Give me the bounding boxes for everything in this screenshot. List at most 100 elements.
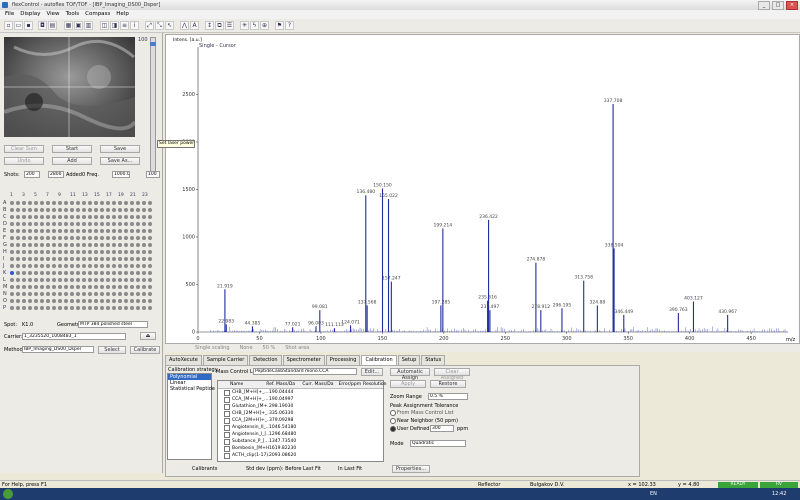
plate-spot[interactable] (94, 306, 98, 310)
plate-spot[interactable] (34, 229, 38, 233)
plate-spot[interactable] (142, 229, 146, 233)
plate-spot[interactable] (100, 285, 104, 289)
plate-spot[interactable] (88, 222, 92, 226)
plate-spot[interactable] (142, 250, 146, 254)
plate-spot[interactable] (28, 257, 32, 261)
save-button[interactable]: Save (100, 145, 140, 153)
plate-spot[interactable] (16, 243, 20, 247)
plate-spot[interactable] (34, 285, 38, 289)
plate-spot[interactable] (100, 208, 104, 212)
plate-spot[interactable] (106, 278, 110, 282)
plate-spot[interactable] (88, 285, 92, 289)
plate-spot[interactable] (94, 229, 98, 233)
plate-spot[interactable] (118, 264, 122, 268)
plate-spot[interactable] (70, 201, 74, 205)
plate-spot[interactable] (130, 306, 134, 310)
plate-spot[interactable] (52, 278, 56, 282)
slider-thumb[interactable] (150, 42, 156, 46)
plate-spot[interactable] (28, 222, 32, 226)
plate-spot[interactable] (64, 306, 68, 310)
plate-spot[interactable] (136, 292, 140, 296)
plate-spot[interactable] (94, 264, 98, 268)
plate-spot[interactable] (142, 257, 146, 261)
plate-spot[interactable] (22, 229, 26, 233)
plate-spot[interactable] (52, 250, 56, 254)
plate-spot[interactable] (106, 299, 110, 303)
plate-spot[interactable] (76, 229, 80, 233)
plate-spot[interactable] (130, 257, 134, 261)
plate-spot[interactable] (16, 271, 20, 275)
table-row[interactable]: Angiotensin_II_... 1046.54180 (220, 424, 383, 431)
plate-spot[interactable] (10, 264, 14, 268)
plate-spot[interactable] (76, 215, 80, 219)
spectrum-icon[interactable]: ◨ (110, 21, 119, 30)
plate-spot[interactable] (10, 243, 14, 247)
plate-spot[interactable] (112, 215, 116, 219)
plate-spot[interactable] (58, 264, 62, 268)
plate-spot[interactable] (40, 299, 44, 303)
plate-spot[interactable] (94, 285, 98, 289)
plate-spot[interactable] (46, 299, 50, 303)
plate-spot[interactable] (106, 201, 110, 205)
plate-spot[interactable] (22, 208, 26, 212)
plate-spot[interactable] (16, 257, 20, 261)
zoom-out-icon[interactable]: ⤡ (155, 21, 164, 30)
plate-spot[interactable] (118, 201, 122, 205)
plate-spot[interactable] (106, 285, 110, 289)
plate-spot[interactable] (16, 215, 20, 219)
plate-spot[interactable] (64, 229, 68, 233)
power-icon[interactable]: ϟ (250, 21, 259, 30)
plate-spot[interactable] (22, 306, 26, 310)
window-icon[interactable]: ▣ (74, 21, 83, 30)
camera-view[interactable] (4, 37, 135, 137)
plate-spot[interactable] (136, 222, 140, 226)
strategy-list[interactable]: Polynomial Linear Statistical Peptide (167, 373, 215, 460)
plate-spot[interactable] (88, 208, 92, 212)
plate-spot[interactable] (16, 201, 20, 205)
plate-spot[interactable] (136, 243, 140, 247)
plate-spot[interactable] (100, 257, 104, 261)
plate-spot[interactable] (94, 201, 98, 205)
plate-spot[interactable] (34, 271, 38, 275)
plate-spot[interactable] (118, 292, 122, 296)
plate-spot[interactable] (112, 250, 116, 254)
plate-spot[interactable] (16, 306, 20, 310)
plate-spot[interactable] (148, 236, 152, 240)
user-defined-input[interactable]: 300 (430, 425, 454, 432)
plate-spot[interactable] (106, 236, 110, 240)
plate-spot[interactable] (58, 299, 62, 303)
plate-spot[interactable] (76, 243, 80, 247)
plate-spot[interactable] (70, 215, 74, 219)
scale-icon[interactable]: ↕ (205, 21, 214, 30)
properties-button[interactable]: Properties... (392, 465, 430, 473)
plate-spot[interactable] (58, 243, 62, 247)
plate-spot[interactable] (100, 236, 104, 240)
plate-spot[interactable] (70, 271, 74, 275)
plate-spot[interactable] (106, 271, 110, 275)
plate-spot[interactable] (28, 306, 32, 310)
plate-spot[interactable] (22, 250, 26, 254)
plate-spot[interactable] (46, 243, 50, 247)
plate-spot[interactable] (70, 278, 74, 282)
restore-button[interactable]: Restore (430, 380, 466, 388)
plate-spot[interactable] (34, 236, 38, 240)
plate-spot[interactable] (34, 250, 38, 254)
plate-spot[interactable] (76, 250, 80, 254)
zoom-range-select[interactable]: 0.5 % (428, 393, 468, 400)
calibrant-table[interactable]: Name Ref. Mass/Da Curr. Mass/Da Error/pp… (217, 380, 387, 462)
plate-spot[interactable] (28, 278, 32, 282)
plate-spot[interactable] (28, 243, 32, 247)
plate-spot[interactable] (118, 285, 122, 289)
save-as-button[interactable]: Save As... (100, 157, 140, 165)
plate-spot[interactable] (118, 278, 122, 282)
plate-spot[interactable] (136, 299, 140, 303)
plate-spot[interactable] (22, 257, 26, 261)
plate-spot[interactable] (52, 243, 56, 247)
plate-spot[interactable] (40, 278, 44, 282)
plate-spot[interactable] (100, 299, 104, 303)
plate-spot[interactable] (82, 215, 86, 219)
plate-spot[interactable] (46, 236, 50, 240)
plate-spot[interactable] (112, 222, 116, 226)
plate-spot[interactable] (52, 201, 56, 205)
menu-compass[interactable]: Compass (85, 10, 110, 19)
